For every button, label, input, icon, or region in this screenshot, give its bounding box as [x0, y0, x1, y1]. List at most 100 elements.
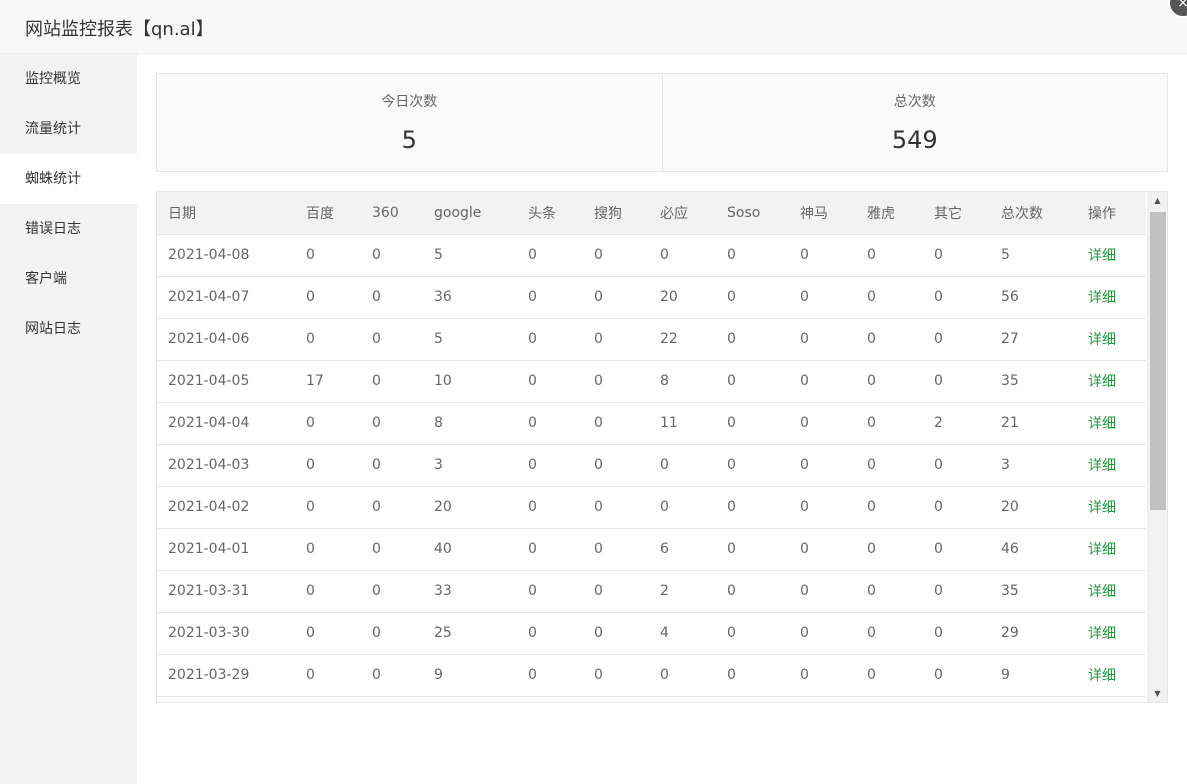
- count-cell: [517, 696, 583, 702]
- count-cell: 0: [361, 234, 423, 277]
- count-cell: 0: [789, 612, 856, 655]
- count-cell: 9: [423, 654, 517, 697]
- sidebar: 监控概览 流量统计 蜘蛛统计 错误日志 客户端 网站日志: [0, 54, 137, 784]
- detail-link[interactable]: 详细: [1077, 444, 1146, 487]
- scrollbar-thumb[interactable]: [1150, 212, 1166, 510]
- count-cell: 27: [990, 318, 1077, 361]
- total-count-label: 总次数: [893, 94, 936, 110]
- count-cell: 20: [423, 486, 517, 529]
- sidebar-item-site-log[interactable]: 网站日志: [0, 304, 137, 354]
- detail-link[interactable]: 详细: [1077, 318, 1146, 361]
- count-cell: 0: [716, 444, 789, 487]
- column-header: 360: [361, 192, 423, 235]
- count-cell: 0: [649, 444, 716, 487]
- count-cell: 36: [423, 276, 517, 319]
- detail-link[interactable]: 详细: [1077, 360, 1146, 403]
- column-header: 日期: [157, 192, 295, 235]
- count-cell: 0: [295, 570, 361, 613]
- sidebar-item-error-log[interactable]: 错误日志: [0, 204, 137, 254]
- count-cell: 0: [583, 402, 649, 445]
- count-cell: 0: [517, 612, 583, 655]
- date-cell: 2021-04-05: [157, 360, 295, 403]
- date-cell: 2021-04-01: [157, 528, 295, 571]
- column-header: 神马: [789, 192, 856, 235]
- column-header: 搜狗: [583, 192, 649, 235]
- count-cell: 0: [789, 444, 856, 487]
- table-row: 2021-04-02 0 0 20 0 0 0 0 0 0 0 20 详细: [157, 486, 1146, 529]
- count-cell: 0: [856, 360, 923, 403]
- count-cell: 0: [789, 486, 856, 529]
- today-count-label: 今日次数: [381, 94, 438, 110]
- column-header: 百度: [295, 192, 361, 235]
- detail-link[interactable]: 详细: [1077, 486, 1146, 529]
- detail-link[interactable]: 详细: [1077, 570, 1146, 613]
- count-cell: 10: [423, 360, 517, 403]
- sidebar-item-client[interactable]: 客户端: [0, 254, 137, 304]
- column-header: google: [423, 192, 517, 235]
- count-cell: 8: [423, 402, 517, 445]
- count-cell: 0: [716, 570, 789, 613]
- count-cell: 0: [789, 528, 856, 571]
- detail-link[interactable]: 详细: [1077, 612, 1146, 655]
- count-cell: 0: [517, 528, 583, 571]
- count-cell: 0: [923, 360, 990, 403]
- count-cell: 0: [583, 528, 649, 571]
- total-count-box: 总次数 549: [661, 74, 1168, 171]
- report-dialog: 网站监控报表【qn.al】 × 监控概览 流量统计 蜘蛛统计 错误日志 客户端 …: [0, 0, 1187, 784]
- count-cell: 0: [716, 276, 789, 319]
- sidebar-item-traffic[interactable]: 流量统计: [0, 104, 137, 154]
- date-cell: 2021-04-02: [157, 486, 295, 529]
- count-cell: 0: [295, 234, 361, 277]
- count-cell: 17: [295, 360, 361, 403]
- count-cell: 0: [716, 234, 789, 277]
- detail-link[interactable]: 详细: [1077, 528, 1146, 571]
- count-cell: 0: [583, 570, 649, 613]
- column-header: 雅虎: [856, 192, 923, 235]
- vertical-scrollbar[interactable]: ▲ ▼: [1147, 192, 1167, 702]
- count-cell: 3: [423, 444, 517, 487]
- sidebar-item-spider[interactable]: 蜘蛛统计: [0, 154, 137, 204]
- count-cell: 0: [295, 402, 361, 445]
- count-cell: 0: [517, 276, 583, 319]
- detail-link[interactable]: 详细: [1077, 234, 1146, 277]
- count-cell: 0: [716, 528, 789, 571]
- count-cell: 0: [517, 654, 583, 697]
- count-cell: 0: [923, 444, 990, 487]
- count-cell: 22: [649, 318, 716, 361]
- count-cell: 20: [990, 486, 1077, 529]
- table-row: 2021-04-01 0 0 40 0 0 6 0 0 0 0 46 详细: [157, 528, 1146, 571]
- spider-table-container[interactable]: 日期 百度 360 google 头条 搜狗 必应 Soso 神马 雅虎 其它 总次数 操作 2021-…: [156, 191, 1168, 703]
- count-cell: 0: [649, 654, 716, 697]
- count-cell: 0: [295, 444, 361, 487]
- count-cell: 20: [649, 276, 716, 319]
- count-cell: [649, 696, 716, 702]
- count-cell: 0: [583, 654, 649, 697]
- total-count-value: 549: [891, 126, 938, 154]
- count-cell: 0: [856, 528, 923, 571]
- detail-link[interactable]: 详细: [1077, 402, 1146, 445]
- count-cell: 6: [649, 528, 716, 571]
- table-row: 2021-03-30 0 0 25 0 0 4 0 0 0 0 29 详细: [157, 612, 1146, 655]
- scroll-up-arrow-icon[interactable]: ▲: [1147, 192, 1167, 209]
- column-header: 其它: [923, 192, 990, 235]
- detail-link[interactable]: 详细: [1077, 654, 1146, 697]
- count-cell: 0: [295, 318, 361, 361]
- table-row: 2021-04-07 0 0 36 0 0 20 0 0 0 0 56 详细: [157, 276, 1146, 319]
- count-cell: 0: [361, 654, 423, 697]
- sidebar-item-overview[interactable]: 监控概览: [0, 54, 137, 104]
- detail-link[interactable]: 详细: [1077, 276, 1146, 319]
- count-cell: 0: [716, 486, 789, 529]
- count-cell: 33: [423, 570, 517, 613]
- count-cell: 5: [990, 234, 1077, 277]
- table-row: 2021-04-06 0 0 5 0 0 22 0 0 0 0 27 详细: [157, 318, 1146, 361]
- count-cell: 0: [856, 234, 923, 277]
- count-cell: 46: [990, 528, 1077, 571]
- count-cell: 0: [789, 570, 856, 613]
- count-cell: 0: [583, 612, 649, 655]
- detail-link: [1077, 696, 1146, 702]
- scroll-down-arrow-icon[interactable]: ▼: [1147, 685, 1167, 702]
- count-cell: 0: [517, 234, 583, 277]
- count-cell: 11: [649, 402, 716, 445]
- table-row: 2021-03-29 0 0 9 0 0 0 0 0 0 0 9 详细: [157, 654, 1146, 697]
- table-row: 2021-04-08 0 0 5 0 0 0 0 0 0 0 5 详细: [157, 234, 1146, 277]
